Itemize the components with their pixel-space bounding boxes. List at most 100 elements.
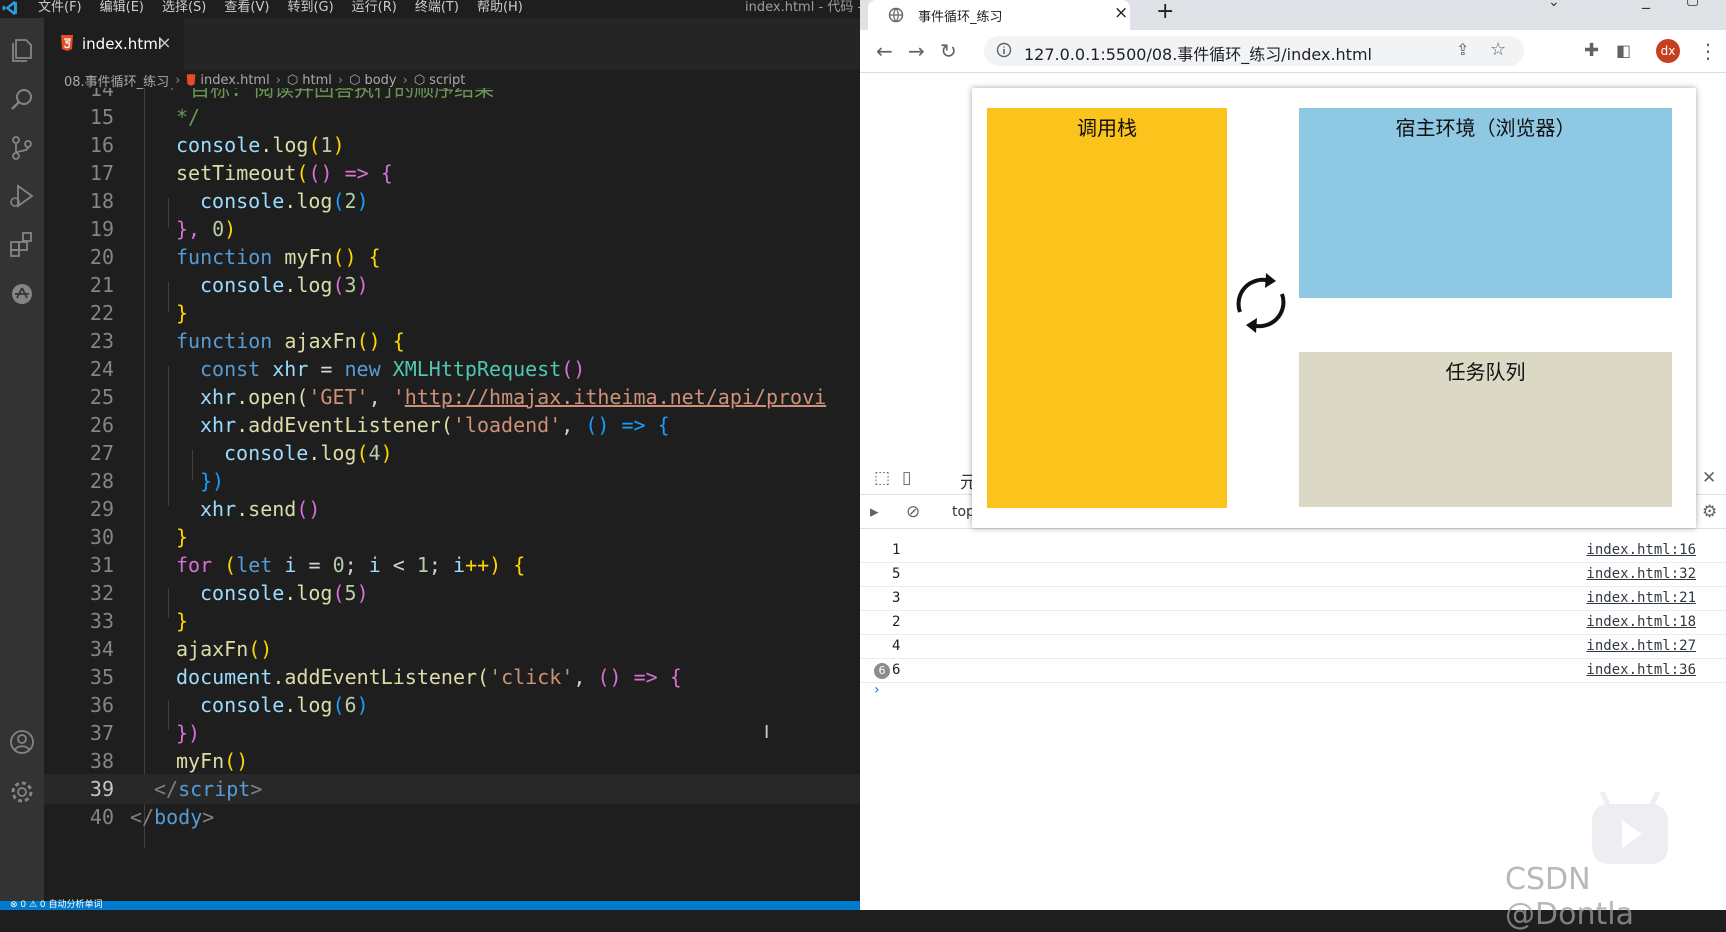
close-devtools-icon[interactable]: ✕	[1702, 468, 1716, 488]
device-toolbar-icon[interactable]: ▯	[902, 468, 911, 488]
breadcrumb-folder[interactable]: 08.事件循环_练习	[64, 71, 169, 90]
log-value: 3	[892, 590, 901, 606]
menu-run[interactable]: 运行(R)	[352, 0, 397, 16]
explorer-icon[interactable]	[6, 34, 38, 66]
breadcrumb-script[interactable]: script	[429, 73, 465, 88]
code-token: ;	[428, 553, 454, 577]
url-text: 127.0.0.1:5500/08.事件循环_练习/index.html	[1024, 45, 1372, 64]
menu-file[interactable]: 文件(F)	[38, 0, 82, 16]
extensions-puzzle-icon[interactable]: ✚	[1584, 39, 1599, 63]
back-arrow-icon[interactable]: ←	[876, 39, 893, 63]
sidebar-toggle-icon[interactable]: ▸	[870, 502, 879, 522]
line-number: 37	[89, 721, 114, 745]
browser-tab[interactable]: 事件循环_练习 ×	[868, 0, 1130, 30]
bookmark-star-icon[interactable]: ☆	[1490, 39, 1506, 60]
activity-bar	[0, 18, 44, 901]
code-token: 'click'	[489, 665, 574, 689]
breadcrumb-body[interactable]: body	[364, 73, 396, 88]
tab-index-html[interactable]: index.html ×	[44, 18, 184, 70]
new-tab-button[interactable]: +	[1156, 0, 1174, 24]
code-token: () {	[356, 329, 405, 353]
code-token: ;	[344, 553, 369, 577]
url-link[interactable]: http://hmajax.itheima.net/api/provi	[405, 385, 826, 409]
run-debug-icon[interactable]	[6, 180, 38, 212]
inspect-element-icon[interactable]: ⬚	[874, 468, 890, 488]
breadcrumb: 08.事件循环_练习 › index.html › ⬡ html › ⬡ bod…	[44, 70, 860, 90]
code-token: 3	[344, 273, 357, 297]
log-source-link[interactable]: index.html:21	[1586, 590, 1696, 606]
browser-toolbar: ← → ↻ 127.0.0.1:5500/08.事件循环_练习/index.ht…	[860, 30, 1726, 73]
call-stack-box: 调用栈	[987, 108, 1227, 508]
code-token: >	[250, 777, 263, 801]
log-source-link[interactable]: index.html:18	[1586, 614, 1696, 630]
extensions-icon[interactable]	[6, 228, 38, 260]
log-source-link[interactable]: index.html:16	[1586, 542, 1696, 558]
code-token: .log	[260, 133, 309, 157]
line-number: 30	[89, 525, 114, 549]
code-token: console	[176, 133, 261, 157]
code-token: () {	[332, 245, 381, 269]
code-token: xhr	[200, 413, 237, 437]
breadcrumb-chevron-icon: ›	[402, 72, 408, 88]
console-prompt[interactable]: ›	[874, 682, 880, 698]
menu-bar: 文件(F) 编辑(E) 选择(S) 查看(V) 转到(G) 运行(R) 终端(T…	[38, 0, 541, 16]
refresh-cycle-icon	[1226, 268, 1296, 338]
line-number: 20	[89, 245, 114, 269]
settings-gear-icon[interactable]	[6, 776, 38, 808]
code-token: () => {	[585, 413, 670, 437]
code-editor[interactable]: 14 * 目标: 阅读并回答执行的顺序结果 15 */ 16 console.log(…	[44, 88, 860, 901]
share-icon[interactable]: ⇪	[1456, 40, 1469, 59]
code-token: ()	[296, 497, 321, 521]
minimize-icon[interactable]: _	[1642, 0, 1650, 9]
console-settings-gear-icon[interactable]: ⚙	[1702, 502, 1717, 522]
forward-arrow-icon[interactable]: →	[908, 39, 925, 63]
menu-go[interactable]: 转到(G)	[287, 0, 333, 16]
breadcrumb-chevron-icon: ›	[337, 72, 344, 88]
clear-console-icon[interactable]: ⊘	[906, 502, 920, 522]
menu-selection[interactable]: 选择(S)	[162, 0, 206, 16]
code-token: 'GET'	[308, 385, 369, 409]
source-control-icon[interactable]	[6, 132, 38, 164]
code-token: console	[200, 273, 285, 297]
code-token: }	[176, 525, 189, 549]
more-menu-icon[interactable]: ⋮	[1698, 39, 1718, 63]
line-number: 38	[89, 749, 114, 773]
code-token: xhr	[200, 385, 237, 409]
tab-search-chevron-icon[interactable]: ⌄	[1548, 0, 1560, 10]
account-icon[interactable]	[6, 726, 38, 758]
log-source-link[interactable]: index.html:27	[1586, 638, 1696, 654]
maximize-icon[interactable]: ▢	[1686, 0, 1699, 8]
reload-icon[interactable]: ↻	[940, 39, 957, 63]
code-line: 36 console.log(6)	[44, 690, 860, 720]
side-panel-icon[interactable]: ◧	[1616, 39, 1631, 63]
avatar[interactable]: dx	[1656, 39, 1680, 63]
log-source-link[interactable]: index.html:32	[1586, 566, 1696, 582]
menu-terminal[interactable]: 终端(T)	[415, 0, 459, 16]
remote-explorer-icon[interactable]	[6, 278, 38, 310]
code-token: 0	[212, 217, 225, 241]
code-line: 21 console.log(3)	[44, 270, 860, 300]
browser-tab-close-button[interactable]: ×	[1114, 3, 1128, 23]
comment-text: */	[176, 105, 201, 129]
search-icon[interactable]	[6, 84, 38, 116]
site-info-icon[interactable]	[996, 42, 1012, 58]
log-value: 2	[892, 614, 901, 630]
menu-help[interactable]: 帮助(H)	[477, 0, 523, 16]
code-token: </	[154, 777, 179, 801]
code-line: 33}	[44, 606, 860, 636]
menu-edit[interactable]: 编辑(E)	[100, 0, 144, 16]
log-source-link[interactable]: index.html:36	[1586, 662, 1696, 678]
breadcrumb-html[interactable]: html	[302, 73, 332, 88]
log-value: 5	[892, 566, 901, 582]
address-bar[interactable]: 127.0.0.1:5500/08.事件循环_练习/index.html ⇪ ☆	[984, 36, 1524, 66]
menu-view[interactable]: 查看(V)	[224, 0, 269, 16]
tab-close-button[interactable]: ×	[158, 33, 171, 52]
breadcrumb-file[interactable]: index.html	[200, 73, 269, 88]
code-token: 2	[344, 189, 357, 213]
code-token: ()	[224, 749, 249, 773]
code-token: i	[272, 553, 297, 577]
code-token: .log	[284, 189, 333, 213]
vscode-logo-icon	[2, 0, 18, 16]
line-number: 28	[89, 469, 114, 493]
code-token: 1	[416, 553, 429, 577]
